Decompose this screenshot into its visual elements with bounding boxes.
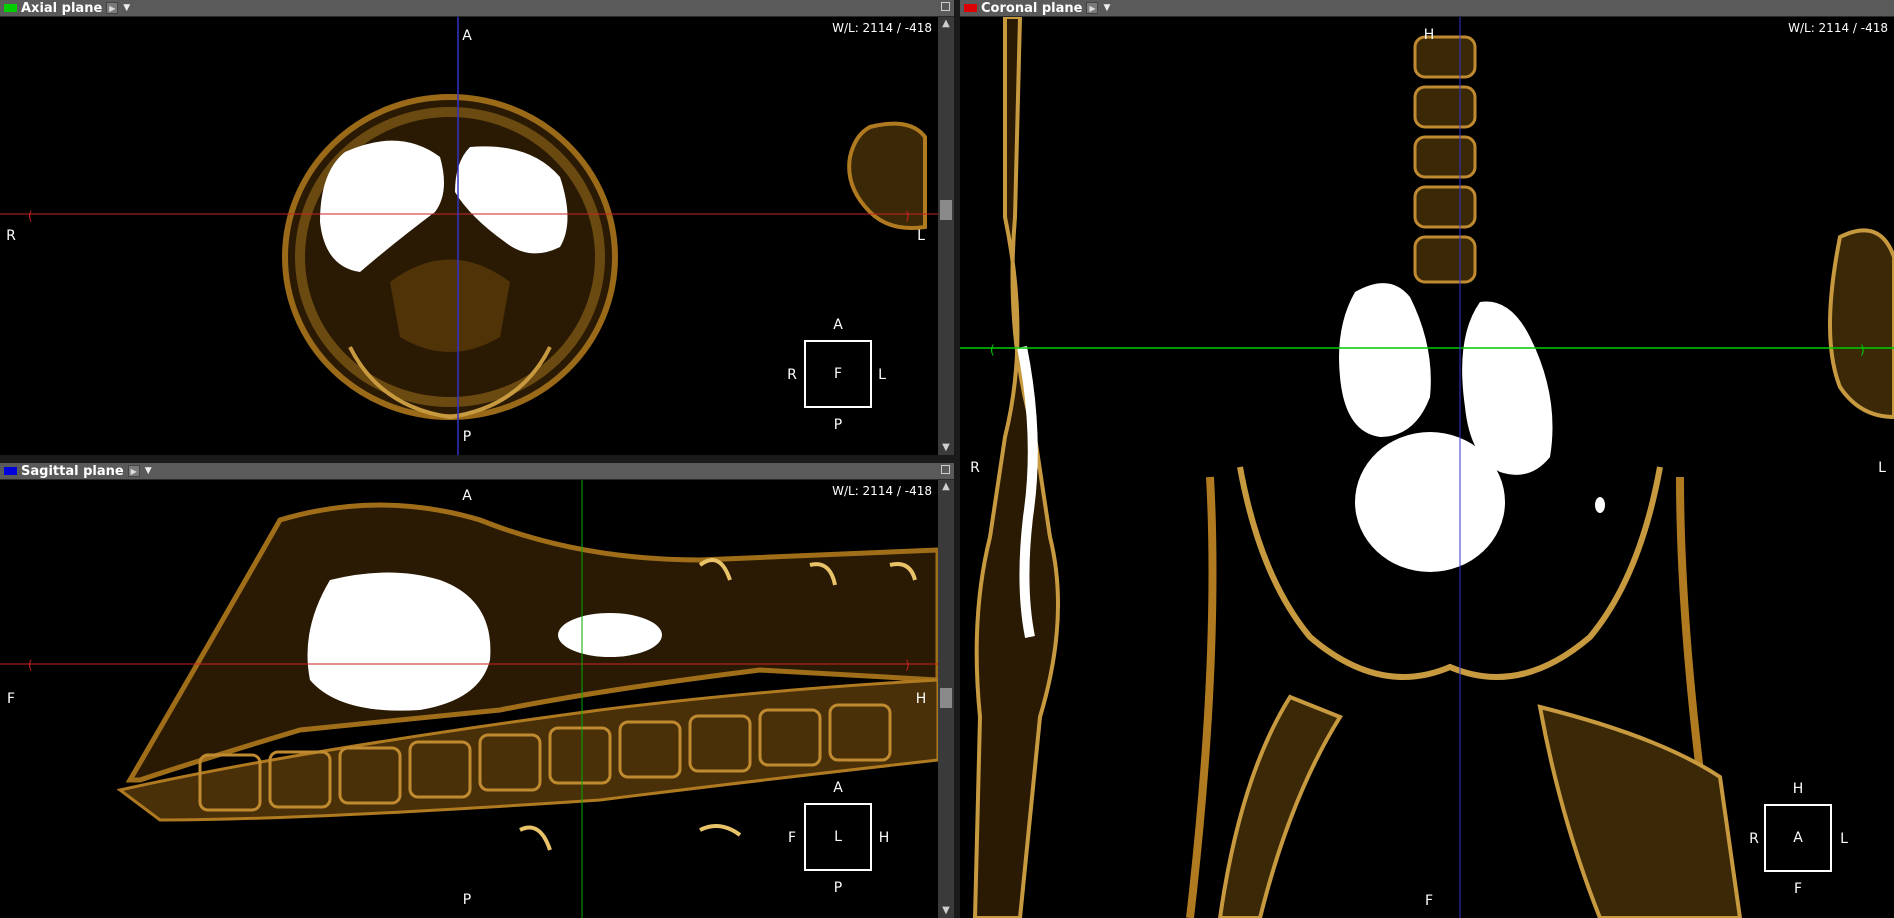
axial-cube-left: R: [787, 367, 797, 383]
sagittal-color-swatch: [4, 467, 17, 475]
sagittal-cube-box: L: [804, 803, 872, 871]
axial-label-left: R: [6, 228, 16, 244]
axial-cube-top: A: [833, 317, 843, 333]
sagittal-cube-right: H: [878, 830, 890, 846]
maximize-icon[interactable]: [941, 465, 950, 474]
scroll-up-arrow-icon[interactable]: ▲: [938, 17, 954, 31]
scroll-down-arrow-icon[interactable]: ▼: [938, 441, 954, 455]
chevron-down-icon[interactable]: ▼: [1103, 3, 1110, 13]
coronal-cube-center: A: [1793, 830, 1803, 846]
sagittal-cube-bottom: P: [833, 880, 843, 896]
play-icon[interactable]: ▶: [1086, 2, 1099, 14]
scroll-up-arrow-icon[interactable]: ▲: [938, 480, 954, 494]
sagittal-view[interactable]: ( ) W/L: 2114 / -418 A P F H A P F H L: [0, 480, 938, 918]
axial-cube-bottom: P: [833, 417, 843, 433]
sagittal-scrollbar[interactable]: ▲ ▼: [938, 480, 954, 918]
sagittal-image: ( ): [0, 480, 938, 918]
horizontal-splitter[interactable]: [0, 455, 954, 463]
coronal-panel[interactable]: Coronal plane ▶ ▼ () W/L: 2114 / -418 H…: [960, 0, 1894, 918]
svg-text:(: (: [28, 209, 33, 223]
chevron-down-icon[interactable]: ▼: [123, 3, 130, 13]
coronal-window-level: W/L: 2114 / -418: [1788, 21, 1888, 35]
coronal-title: Coronal plane: [981, 0, 1083, 16]
coronal-image: ( ): [960, 17, 1894, 918]
sagittal-titlebar: Sagittal plane ▶ ▼: [0, 463, 954, 480]
axial-scrollbar[interactable]: ▲ ▼: [938, 17, 954, 455]
axial-panel[interactable]: Axial plane ▶ ▼ ( ) W/L: 2114 / -418 A P…: [0, 0, 954, 455]
coronal-cube-right: L: [1840, 831, 1848, 847]
sagittal-label-right: H: [915, 691, 927, 707]
axial-title: Axial plane: [21, 0, 103, 16]
sagittal-cube-left: F: [787, 830, 797, 846]
sagittal-label-bottom: P: [462, 892, 472, 908]
svg-text:(: (: [28, 658, 33, 672]
coronal-color-swatch: [964, 4, 977, 12]
coronal-label-right: L: [1878, 460, 1886, 476]
sagittal-window-level: W/L: 2114 / -418: [832, 484, 932, 498]
axial-window-level: W/L: 2114 / -418: [832, 21, 932, 35]
axial-view[interactable]: ( ) W/L: 2114 / -418 A P R L A P R L F: [0, 17, 938, 455]
axial-cube-box: F: [804, 340, 872, 408]
coronal-label-bottom: F: [1424, 893, 1434, 909]
play-icon[interactable]: ▶: [127, 465, 140, 477]
sagittal-title: Sagittal plane: [21, 463, 124, 479]
axial-label-bottom: P: [462, 429, 472, 445]
axial-color-swatch: [4, 4, 17, 12]
coronal-view[interactable]: ( ) W/L: 2114 / -418 H F R L H F R L A: [960, 17, 1894, 918]
maximize-icon[interactable]: [941, 2, 950, 11]
axial-label-right: L: [917, 228, 925, 244]
coronal-cube-left: R: [1749, 831, 1759, 847]
axial-image: ( ): [0, 17, 938, 455]
coronal-cube-box: A: [1764, 804, 1832, 872]
axial-label-top: A: [462, 28, 472, 44]
axial-cube-right: L: [878, 367, 886, 383]
svg-text:): ): [905, 209, 910, 223]
svg-text:(: (: [990, 343, 995, 357]
sagittal-cube-top: A: [833, 780, 843, 796]
coronal-label-left: R: [970, 460, 980, 476]
chevron-down-icon[interactable]: ▼: [145, 466, 152, 476]
scroll-down-arrow-icon[interactable]: ▼: [938, 904, 954, 918]
axial-scroll-thumb[interactable]: [940, 200, 952, 220]
coronal-cube-top: H: [1792, 781, 1804, 797]
svg-text:): ): [905, 658, 910, 672]
coronal-titlebar: Coronal plane ▶ ▼: [960, 0, 1894, 17]
axial-cube-center: F: [833, 366, 843, 382]
sagittal-label-left: F: [6, 691, 16, 707]
sagittal-cube-center: L: [834, 829, 842, 845]
sagittal-label-top: A: [462, 488, 472, 504]
play-icon[interactable]: ▶: [106, 2, 119, 14]
coronal-label-top: H: [1423, 27, 1435, 43]
sagittal-panel[interactable]: Sagittal plane ▶ ▼ () W/L: 2114 / -418 …: [0, 463, 954, 918]
svg-text:): ): [1860, 343, 1865, 357]
coronal-cube-bottom: F: [1793, 881, 1803, 897]
sagittal-scroll-thumb[interactable]: [940, 688, 952, 708]
axial-titlebar: Axial plane ▶ ▼: [0, 0, 954, 17]
